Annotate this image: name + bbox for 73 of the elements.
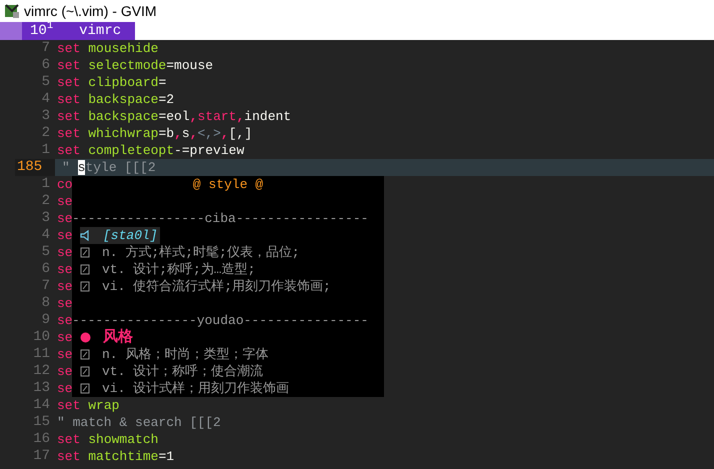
- code-line: se: [57, 262, 73, 277]
- line-number: 11: [32, 346, 50, 363]
- line-number: 10: [32, 329, 50, 346]
- definition: n. 方式;样式;时髦;仪表，品位;: [102, 244, 300, 261]
- line-number: 2: [40, 125, 50, 142]
- line-number: 1: [40, 176, 50, 193]
- note-icon: [80, 247, 90, 258]
- code-line: se: [57, 330, 73, 345]
- definition: vt. 设计;称呼;为…造型;: [102, 261, 256, 278]
- code-line: set clipboard=: [57, 75, 166, 90]
- phonetic: [sta0l]: [103, 227, 158, 244]
- line-number: 6: [40, 57, 50, 74]
- code-line: set backspace=eol,start,indent: [57, 109, 292, 124]
- section-divider: -----------------ciba-----------------: [72, 210, 368, 227]
- code-line: co: [57, 177, 73, 192]
- code-line: se: [57, 313, 73, 328]
- line-number: 13: [32, 380, 50, 397]
- code-line: set whichwrap=b,s,<,>,[,]: [57, 126, 252, 141]
- popup-title: @ style @: [192, 176, 264, 193]
- line-number: 4: [40, 227, 50, 244]
- note-icon: [80, 366, 90, 377]
- headword: 风格: [103, 329, 133, 346]
- definition: vt. 设计；称呼；使合潮流: [102, 363, 264, 380]
- code-line: se: [57, 381, 73, 396]
- code-line: set completeopt-=preview: [57, 143, 244, 158]
- line-number: 5: [40, 244, 50, 261]
- code-line: set selectmode=mouse: [57, 58, 214, 73]
- line-number: 2: [40, 193, 50, 210]
- tabline-filler: [0, 22, 22, 40]
- code-line: set showmatch: [57, 432, 158, 447]
- line-number: 3: [40, 108, 50, 125]
- line-number: 16: [32, 431, 50, 448]
- code-line: se: [57, 194, 73, 209]
- line-number: 8: [40, 295, 50, 312]
- line-number: 17: [32, 448, 50, 465]
- cursor: s: [78, 160, 86, 175]
- definition: vi. 设计式样；用刻刀作装饰画: [102, 380, 290, 397]
- code-line: se: [57, 347, 73, 362]
- code-line: se: [57, 245, 73, 260]
- line-number: 6: [40, 261, 50, 278]
- note-icon: [80, 349, 90, 360]
- note-icon: [80, 383, 90, 394]
- code-line: set backspace=2: [57, 92, 174, 107]
- line-number: 9: [40, 312, 50, 329]
- app-icon: [4, 3, 20, 19]
- code-line: set wrap: [57, 398, 120, 413]
- line-number: 4: [40, 91, 50, 108]
- definition: n. 风格；时尚；类型；字体: [102, 346, 268, 363]
- line-number: 3: [40, 210, 50, 227]
- line-number: 185: [15, 159, 55, 176]
- code-line: se: [57, 228, 73, 243]
- note-icon: [80, 264, 90, 275]
- line-number: 5: [40, 74, 50, 91]
- code-line: set mousehide: [57, 41, 158, 56]
- definition: vi. 使符合流行式样;用刻刀作装饰画;: [102, 278, 331, 295]
- speaker-icon: [80, 230, 91, 241]
- line-number: 12: [32, 363, 50, 380]
- code-line: se: [57, 211, 73, 226]
- dot-icon: [80, 332, 91, 343]
- line-number: 7: [40, 40, 50, 57]
- code-line: " style [[[2: [62, 160, 156, 175]
- window-title: vimrc (~\.vim) - GVIM: [24, 2, 157, 21]
- code-line: se: [57, 364, 73, 379]
- line-number: 1: [40, 142, 50, 159]
- code-line: " match & search [[[2: [57, 415, 221, 430]
- line-number: 14: [32, 397, 50, 414]
- section-divider: ----------------youdao----------------: [72, 312, 368, 328]
- code-line: set matchtime=1: [57, 449, 174, 464]
- code-line: se: [57, 279, 73, 294]
- line-number: 15: [32, 414, 50, 431]
- line-number: 7: [40, 278, 50, 295]
- code-line: se: [57, 296, 73, 311]
- note-icon: [80, 281, 90, 292]
